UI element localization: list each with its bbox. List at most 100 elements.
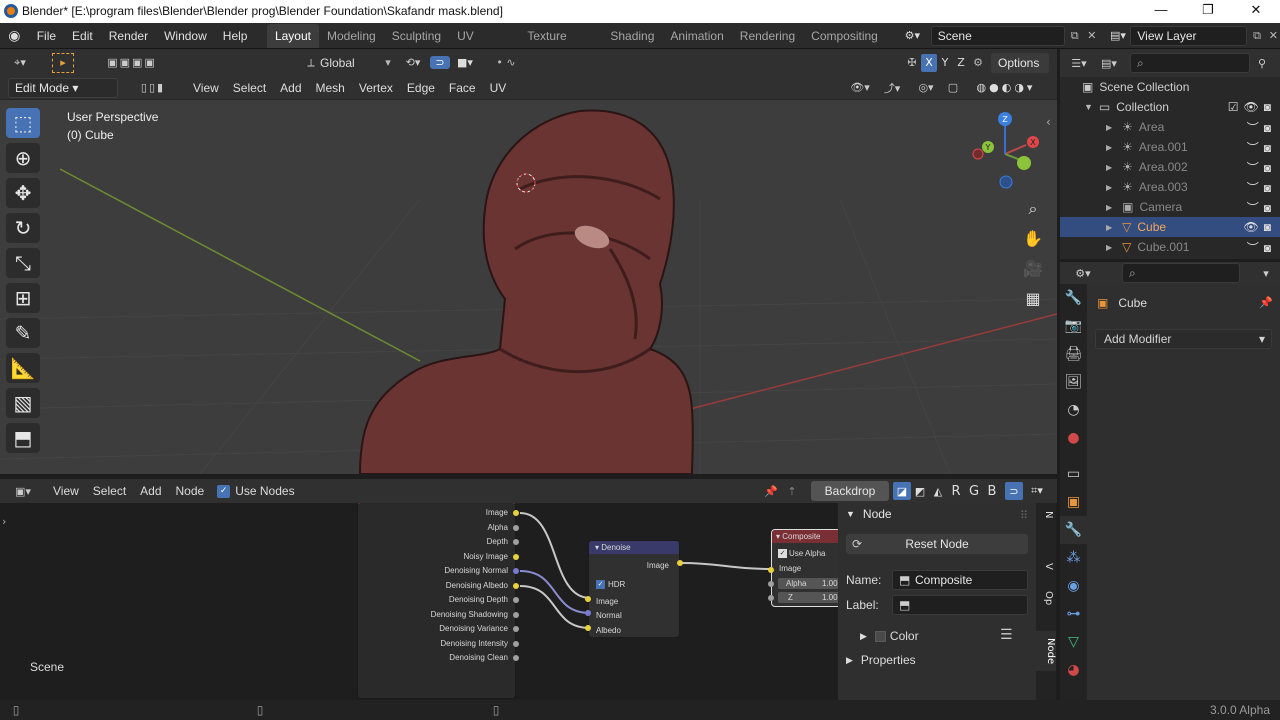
data-tab-icon[interactable]: ▽ [1060,628,1087,656]
menu-render[interactable]: Render [101,23,156,49]
node-label-field[interactable]: ⬒ [892,595,1028,615]
node-snap-target-icon[interactable]: ⌗▾ [1023,484,1051,498]
render-layer-output-socket[interactable] [513,597,519,603]
render-layer-output-socket[interactable] [513,655,519,661]
outliner-item-area-001[interactable]: ▶ ☀ Area.001 ︶◙ [1060,137,1280,157]
use-alpha-checkbox[interactable]: ✓ Use Alpha [778,549,825,558]
vp-menu-view[interactable]: View [186,81,226,95]
node-snap-icon[interactable]: ⊃ [1005,482,1023,500]
blender-menu-icon[interactable]: ◉ [0,28,29,44]
outliner-item-cube-001[interactable]: ▶ ▽ Cube.001 ︶◙ [1060,237,1280,257]
node-menu-select[interactable]: Select [86,484,133,498]
backdrop-toggle[interactable]: Backdrop [811,481,889,501]
expand-icon[interactable]: ▶ [1106,223,1112,232]
visibility-toggles-icon[interactable]: ︶◙ [1247,179,1276,196]
denoise-albedo-socket[interactable] [585,625,591,631]
overlays-icon[interactable]: ◎▾ [909,81,943,94]
output-tab-icon[interactable]: 🖨 [1060,340,1087,368]
visibility-toggles-icon[interactable]: ︶◙ [1247,199,1276,216]
gizmo-toggle-icon[interactable]: ⤴▾ [875,80,909,96]
expand-icon[interactable]: ▶ [1106,163,1112,172]
drag-handle-icon[interactable]: ⠿ [1020,509,1028,522]
tab-compositing[interactable]: Compositing [803,24,886,48]
pan-hand-icon[interactable]: ✋ [1020,224,1046,254]
composite-z-socket[interactable] [768,595,774,601]
3d-viewport[interactable]: User Perspective (0) Cube X Y Z ⌕ ✋ 🎥 ▦ … [0,49,1057,474]
new-scene-icon[interactable]: ⧉ [1065,29,1084,43]
expand-icon[interactable]: ▶ [1106,203,1112,212]
tab-modeling[interactable]: Modeling [319,24,384,48]
new-view-layer-icon[interactable]: ⧉ [1247,29,1266,43]
node-panel-header[interactable]: ▼ Node [846,507,892,521]
expand-icon[interactable]: ▶ [1106,143,1112,152]
close-icon[interactable]: ✕ [1247,2,1265,18]
vp-menu-edge[interactable]: Edge [400,81,442,95]
select-tool-icon[interactable]: ⬚ [6,108,40,138]
scale-tool-icon[interactable]: ⤡ [6,248,40,278]
vp-menu-uv[interactable]: UV [483,81,514,95]
render-layer-output-socket[interactable] [513,611,519,618]
mirror-icon[interactable]: ✠ [903,56,921,69]
tab-v[interactable]: V [1038,563,1054,570]
camera-view-icon[interactable]: 🎥 [1020,254,1046,284]
particles-tab-icon[interactable]: ⁂ [1060,544,1087,572]
select-mode-icons[interactable]: ▯▯▮ [126,81,180,94]
select-box-icon[interactable]: ▸ [52,52,74,73]
ortho-grid-icon[interactable]: ▦ [1020,284,1046,314]
remove-view-layer-icon[interactable]: ✕ [1267,29,1280,42]
filter-icon[interactable]: ⚲ [1250,57,1274,70]
orientation-icon[interactable]: ⟂ [302,56,320,70]
tab-n[interactable]: N [1038,511,1054,518]
visibility-toggles-icon[interactable]: ︶◙ [1247,119,1276,136]
pin-properties-icon[interactable]: 📌 [1259,296,1273,309]
render-layer-output-socket[interactable] [513,582,519,589]
denoise-image-socket[interactable] [585,596,591,602]
tab-animation[interactable]: Animation [662,24,731,48]
outliner-item-area-002[interactable]: ▶ ☀ Area.002 ︶◙ [1060,157,1280,177]
axis-x-toggle[interactable]: X [921,53,937,72]
outliner-item-area-003[interactable]: ▶ ☀ Area.003 ︶◙ [1060,177,1280,197]
options-dropdown[interactable]: Options ▾ [991,52,1049,90]
outliner-item-camera[interactable]: ▶ ▣ Camera ︶◙ [1060,197,1280,217]
outliner-scene-collection[interactable]: ▣ Scene Collection [1060,77,1280,97]
remove-scene-icon[interactable]: ✕ [1084,29,1099,42]
color-presets-icon[interactable]: ☰ [1000,627,1013,643]
alpha-field[interactable]: Alpha 1.00 [778,578,838,589]
composite-alpha-socket[interactable] [768,581,774,587]
pin-icon[interactable]: 📌 [761,485,781,498]
render-layer-output-socket[interactable] [513,568,519,574]
properties-options-icon[interactable]: ▾ [1254,267,1278,280]
editor-type-icon[interactable]: ⌖▾ [6,56,34,70]
node-name-field[interactable]: ⬒ Composite [892,570,1028,590]
visibility-toggles-icon[interactable]: ︶◙ [1247,159,1276,176]
properties-panel-header[interactable]: ▶ Properties [846,653,916,667]
backdrop-rgba-icon[interactable]: ◩ [911,485,929,498]
scene-tab-icon[interactable]: ◔ [1060,396,1087,424]
view-layer-icon[interactable]: ▤▾ [1106,29,1131,42]
tab-rendering[interactable]: Rendering [732,24,803,48]
node-editor-type-icon[interactable]: ▣▾ [8,485,38,498]
tab-shading[interactable]: Shading [602,24,662,48]
channel-g-toggle[interactable]: G [965,484,983,499]
render-tab-icon[interactable]: 📷 [1060,312,1087,340]
color-row[interactable]: ▶ Color [860,629,919,643]
selection-mode-icons[interactable]: ▣▣▣▣ [86,56,178,69]
tool-tab-icon[interactable]: 🔧 [1060,284,1087,312]
parent-node-tree-icon[interactable]: ⇡ [781,485,803,498]
maximize-icon[interactable]: ❐ [1199,2,1217,18]
outliner-collection[interactable]: ▼ ▭ Collection ☑👁◙ [1060,97,1280,117]
add-cube-tool-icon[interactable]: ▧ [6,388,40,418]
tab-layout[interactable]: Layout [266,24,319,48]
world-tab-icon[interactable]: ● [1060,424,1087,452]
color-checkbox[interactable] [874,630,886,642]
vp-menu-vertex[interactable]: Vertex [352,81,400,95]
properties-type-icon[interactable]: ⚙▾ [1068,267,1098,280]
minimize-icon[interactable]: — [1152,2,1170,17]
outliner-item-area[interactable]: ▶ ☀ Area ︶◙ [1060,117,1280,137]
outliner-item-cube[interactable]: ▶ ▽ Cube 👁◙ [1060,217,1280,237]
add-modifier-dropdown[interactable]: Add Modifier ▾ [1095,329,1272,349]
channel-r-toggle[interactable]: R [947,484,965,499]
tab-texture-paint[interactable]: Texture Paint [519,24,602,67]
snap-toggle-icon[interactable]: ⊃ [430,56,450,69]
tab-op[interactable]: Op [1038,591,1054,605]
